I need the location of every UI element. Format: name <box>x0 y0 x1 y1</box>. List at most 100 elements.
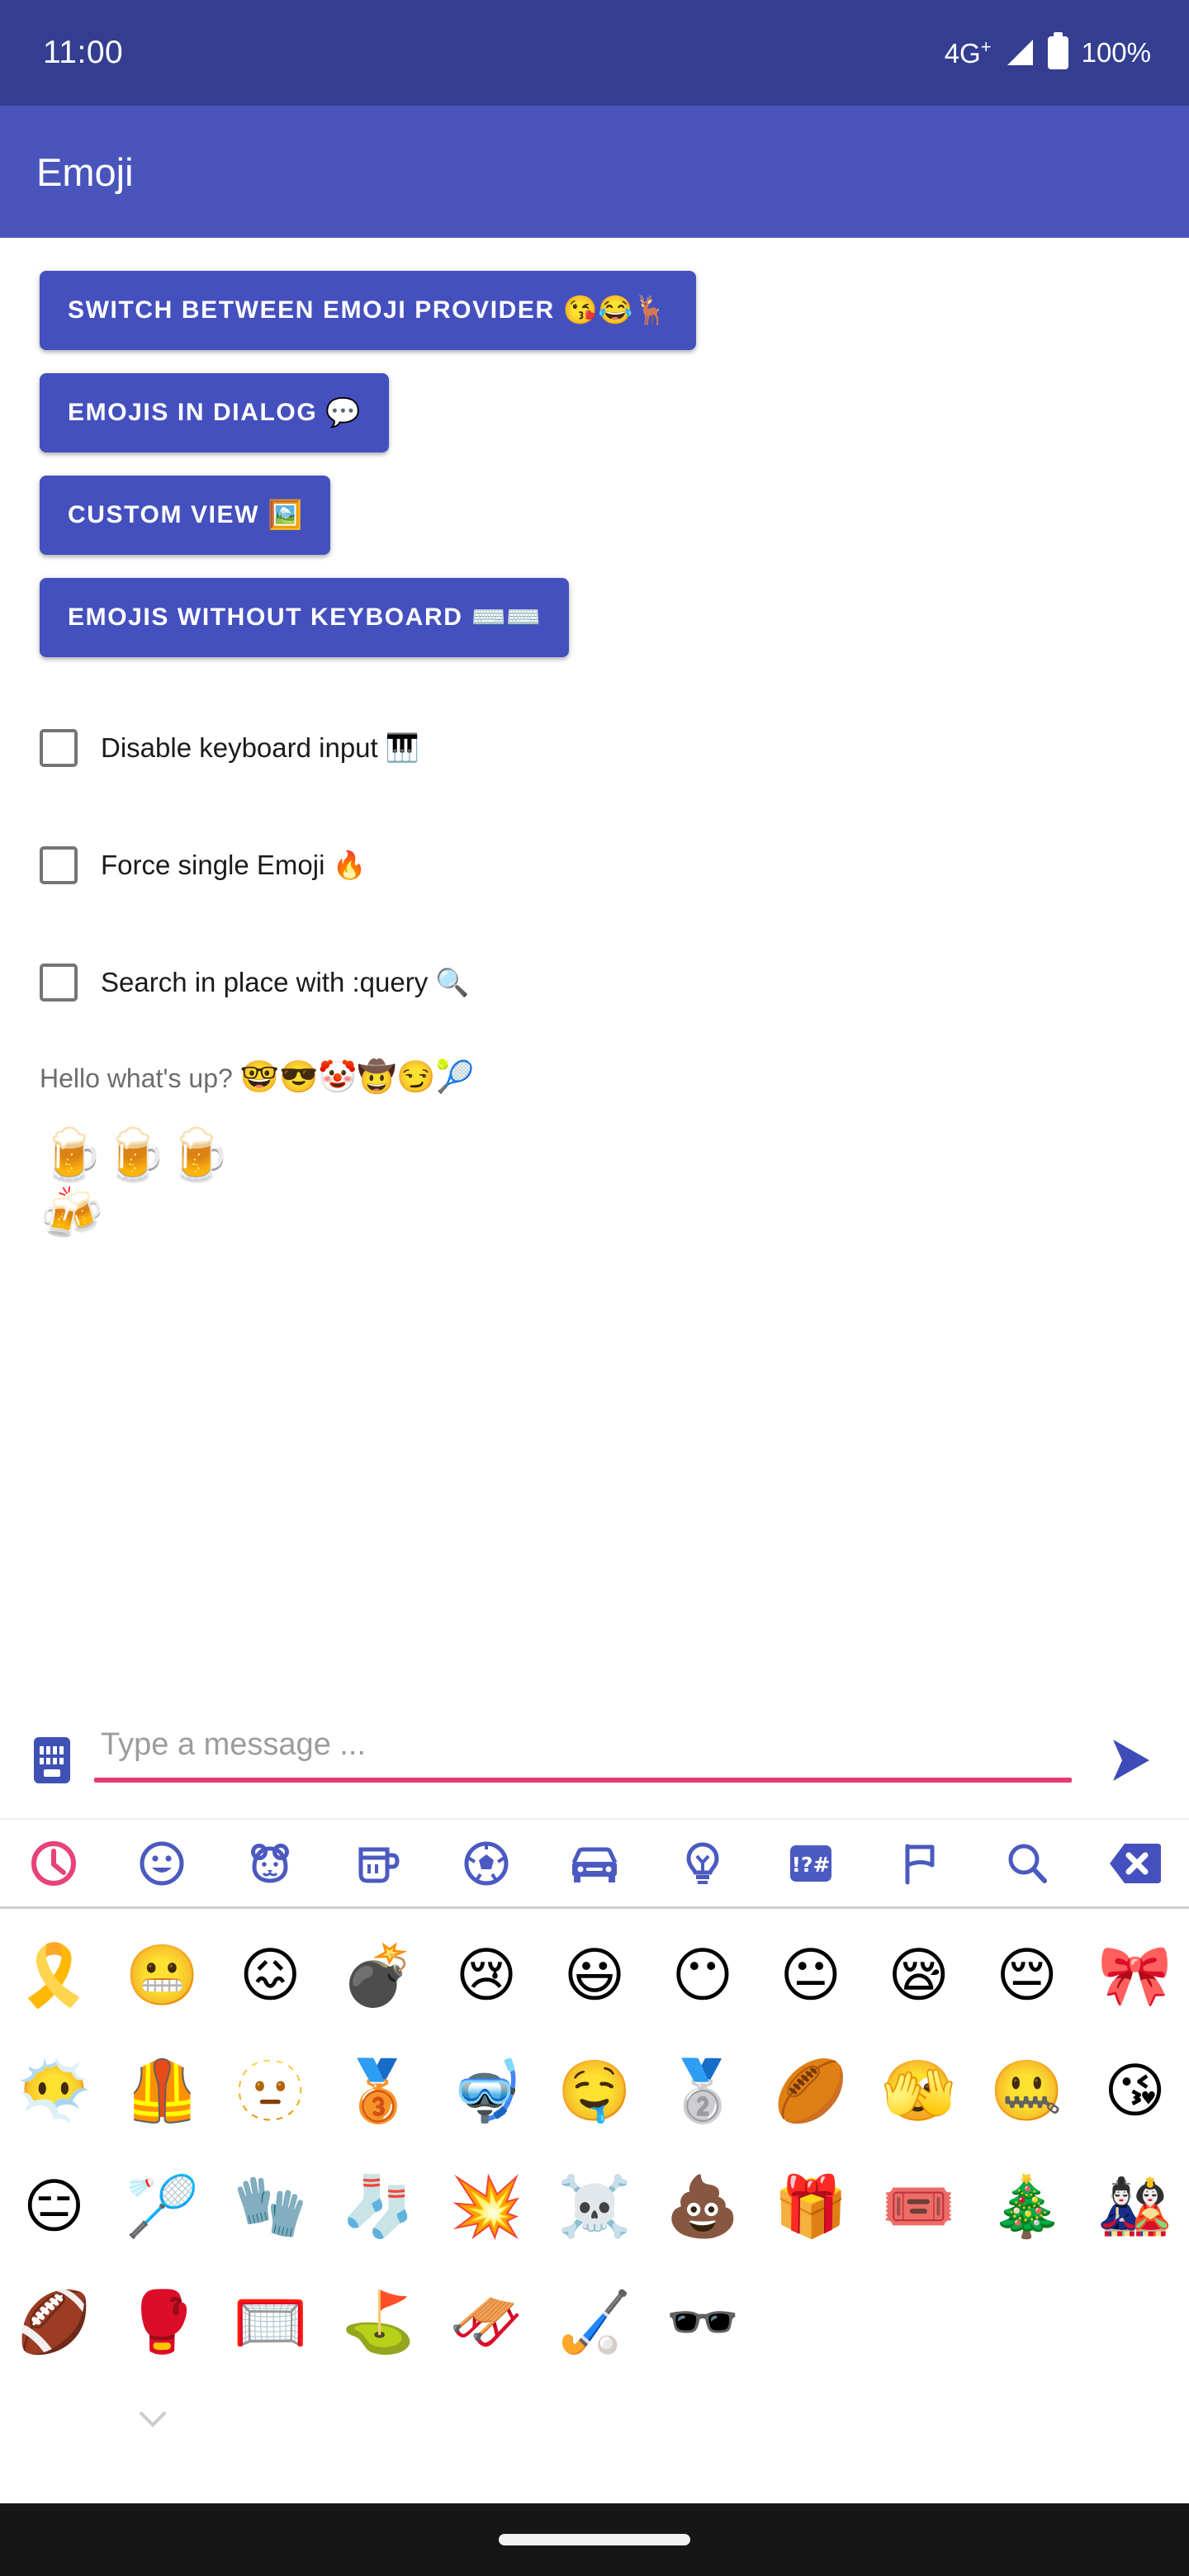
emoji-cell[interactable]: ☠️ <box>541 2148 649 2264</box>
tab-smileys[interactable] <box>108 1819 216 1908</box>
emoji-cell[interactable]: 🏈 <box>0 2264 108 2379</box>
search-in-place-checkbox[interactable]: Search in place with :query 🔍 <box>0 943 1189 1022</box>
button-emoji: 😘😂🦌 <box>562 295 668 326</box>
search-icon <box>1008 1844 1047 1883</box>
emoji-cell[interactable]: 🎁 <box>756 2148 865 2264</box>
keyboard-icon[interactable] <box>33 1736 71 1784</box>
page-title: Emoji <box>36 149 134 194</box>
panel-footer <box>0 2371 1189 2503</box>
tab-travel[interactable] <box>541 1819 649 1908</box>
emoji-cell[interactable]: 🎗️ <box>0 1917 108 2033</box>
checkbox-label: Disable keyboard input 🎹 <box>101 732 419 763</box>
svg-text:!?#: !?# <box>791 1853 830 1877</box>
tab-activity[interactable] <box>433 1819 541 1908</box>
button-row-3: EMOJIS WITHOUT KEYBOARD ⌨️⌨️ <box>0 578 1189 657</box>
force-single-emoji-checkbox[interactable]: Force single Emoji 🔥 <box>0 826 1189 905</box>
status-bar-indicators: 4G+ 100% <box>945 32 1151 69</box>
emoji-cell[interactable]: 😪 <box>865 1917 973 2033</box>
checkbox-box[interactable] <box>40 964 78 1002</box>
emoji-cell[interactable]: 😢 <box>433 1917 541 2033</box>
button-row-2: CUSTOM VIEW 🖼️ <box>0 476 1189 555</box>
greeting-emojis: 🤓😎🤡🤠😏🎾 <box>239 1060 475 1095</box>
message-field-wrapper <box>94 1726 1072 1794</box>
emoji-cell[interactable]: 💥 <box>433 2148 541 2264</box>
tab-search[interactable] <box>973 1819 1081 1908</box>
message-input[interactable] <box>94 1726 1072 1778</box>
tab-flags[interactable] <box>865 1819 973 1908</box>
switch-emoji-provider-button[interactable]: SWITCH BETWEEN EMOJI PROVIDER 😘😂🦌 <box>40 271 696 350</box>
emoji-cell[interactable]: 🎀 <box>1081 1917 1189 2033</box>
message-input-bar <box>0 1702 1189 1818</box>
emoji-cell[interactable]: 🤐 <box>973 2033 1081 2148</box>
emoji-cell[interactable]: 🫥 <box>216 2033 324 2148</box>
custom-view-button[interactable]: CUSTOM VIEW 🖼️ <box>40 476 331 555</box>
chevron-down-icon[interactable] <box>139 2411 167 2427</box>
emoji-cell[interactable]: 🥊 <box>108 2264 216 2379</box>
tab-backspace[interactable] <box>1081 1819 1189 1908</box>
emoji-cell[interactable]: ⛳ <box>324 2264 433 2379</box>
status-bar: 11:00 4G+ 100% <box>0 0 1189 106</box>
app-bar: Emoji <box>0 106 1189 238</box>
tab-animals[interactable] <box>216 1819 324 1908</box>
emoji-cell[interactable]: 🥅 <box>216 2264 324 2379</box>
empty-cell <box>973 2264 1081 2379</box>
emoji-cell[interactable]: 🎄 <box>973 2148 1081 2264</box>
emoji-cell[interactable]: 🫣 <box>865 2033 973 2148</box>
emoji-cell[interactable]: 🧦 <box>324 2148 433 2264</box>
emoji-cell[interactable]: 😶‍🌫️ <box>0 2033 108 2148</box>
button-emoji: 🖼️ <box>268 500 303 531</box>
emoji-grid: 🎗️ 😬 😖 💣 😢 😃 😶 😐 😪 😔 🎀 😶‍🌫️ 🦺 🫥 🥉 🤿 🤤 <box>0 1909 1189 2371</box>
home-gesture-pill[interactable] <box>499 2534 690 2545</box>
status-bar-clock: 11:00 <box>43 35 124 70</box>
greeting-line: Hello what's up? 🤓😎🤡🤠😏🎾 <box>0 1060 1189 1096</box>
send-button[interactable] <box>1101 1731 1159 1789</box>
emoji-cell[interactable]: 🤤 <box>541 2033 649 2148</box>
emoji-cell[interactable]: 🏉 <box>756 2033 865 2148</box>
emoji-demo-app: 11:00 4G+ 100% Emoji SWITCH BETWEEN EMOJ… <box>0 0 1189 2576</box>
emoji-cell[interactable]: 🥈 <box>648 2033 756 2148</box>
emoji-cell[interactable]: 🛷 <box>433 2264 541 2379</box>
car-icon <box>571 1847 618 1882</box>
button-row-1: EMOJIS IN DIALOG 💬 <box>0 373 1189 452</box>
emoji-cell[interactable]: 💩 <box>648 2148 756 2264</box>
emoji-cell[interactable]: 🏸 <box>108 2148 216 2264</box>
emoji-cell[interactable]: 😘 <box>1081 2033 1189 2148</box>
emoji-cell[interactable]: 🤿 <box>433 2033 541 2148</box>
clinking-beers-line: 🍻 <box>40 1185 104 1243</box>
emoji-cell[interactable]: 😶 <box>648 1917 756 2033</box>
emoji-cell[interactable]: 🥉 <box>324 2033 433 2148</box>
emojis-without-keyboard-button[interactable]: EMOJIS WITHOUT KEYBOARD ⌨️⌨️ <box>40 578 570 657</box>
emoji-cell[interactable]: 🧤 <box>216 2148 324 2264</box>
emojis-in-dialog-button[interactable]: EMOJIS IN DIALOG 💬 <box>40 373 389 452</box>
emoji-cell[interactable]: 😑 <box>0 2148 108 2264</box>
disable-keyboard-input-checkbox[interactable]: Disable keyboard input 🎹 <box>0 708 1189 788</box>
emoji-cell[interactable]: 😃 <box>541 1917 649 2033</box>
emoji-grid-row: 😶‍🌫️ 🦺 🫥 🥉 🤿 🤤 🥈 🏉 🫣 🤐 😘 <box>0 2033 1189 2148</box>
checkbox-box[interactable] <box>40 846 78 884</box>
tab-food[interactable] <box>324 1819 433 1908</box>
tab-recent[interactable] <box>0 1819 108 1908</box>
checkbox-label: Search in place with :query 🔍 <box>101 966 470 997</box>
symbols-icon: !?# <box>789 1844 831 1882</box>
battery-percent-label: 100% <box>1081 37 1151 68</box>
tab-objects[interactable] <box>648 1819 756 1908</box>
emoji-cell[interactable]: 🎟️ <box>865 2148 973 2264</box>
emoji-cell[interactable]: 💣 <box>324 1917 433 2033</box>
emoji-cell[interactable]: 😬 <box>108 1917 216 2033</box>
battery-full-icon <box>1047 32 1068 69</box>
emoji-cell[interactable]: 🦺 <box>108 2033 216 2148</box>
clock-icon <box>31 1840 77 1886</box>
emoji-cell[interactable]: 😐 <box>756 1917 865 2033</box>
button-label: CUSTOM VIEW <box>68 501 260 528</box>
emoji-cell[interactable]: 😖 <box>216 1917 324 2033</box>
emoji-cell[interactable]: 🏑 <box>541 2264 649 2379</box>
tab-symbols[interactable]: !?# <box>756 1819 865 1908</box>
system-navigation-bar <box>0 2503 1189 2576</box>
network-type-label: 4G+ <box>945 36 992 69</box>
emoji-cell[interactable]: 😔 <box>973 1917 1081 2033</box>
emoji-cell[interactable]: 🎎 <box>1081 2148 1189 2264</box>
emoji-grid-row: 😑 🏸 🧤 🧦 💥 ☠️ 💩 🎁 🎟️ 🎄 🎎 <box>0 2148 1189 2264</box>
checkbox-box[interactable] <box>40 729 78 767</box>
empty-cell <box>1081 2264 1189 2379</box>
emoji-cell[interactable]: 🕶️ <box>648 2264 756 2379</box>
